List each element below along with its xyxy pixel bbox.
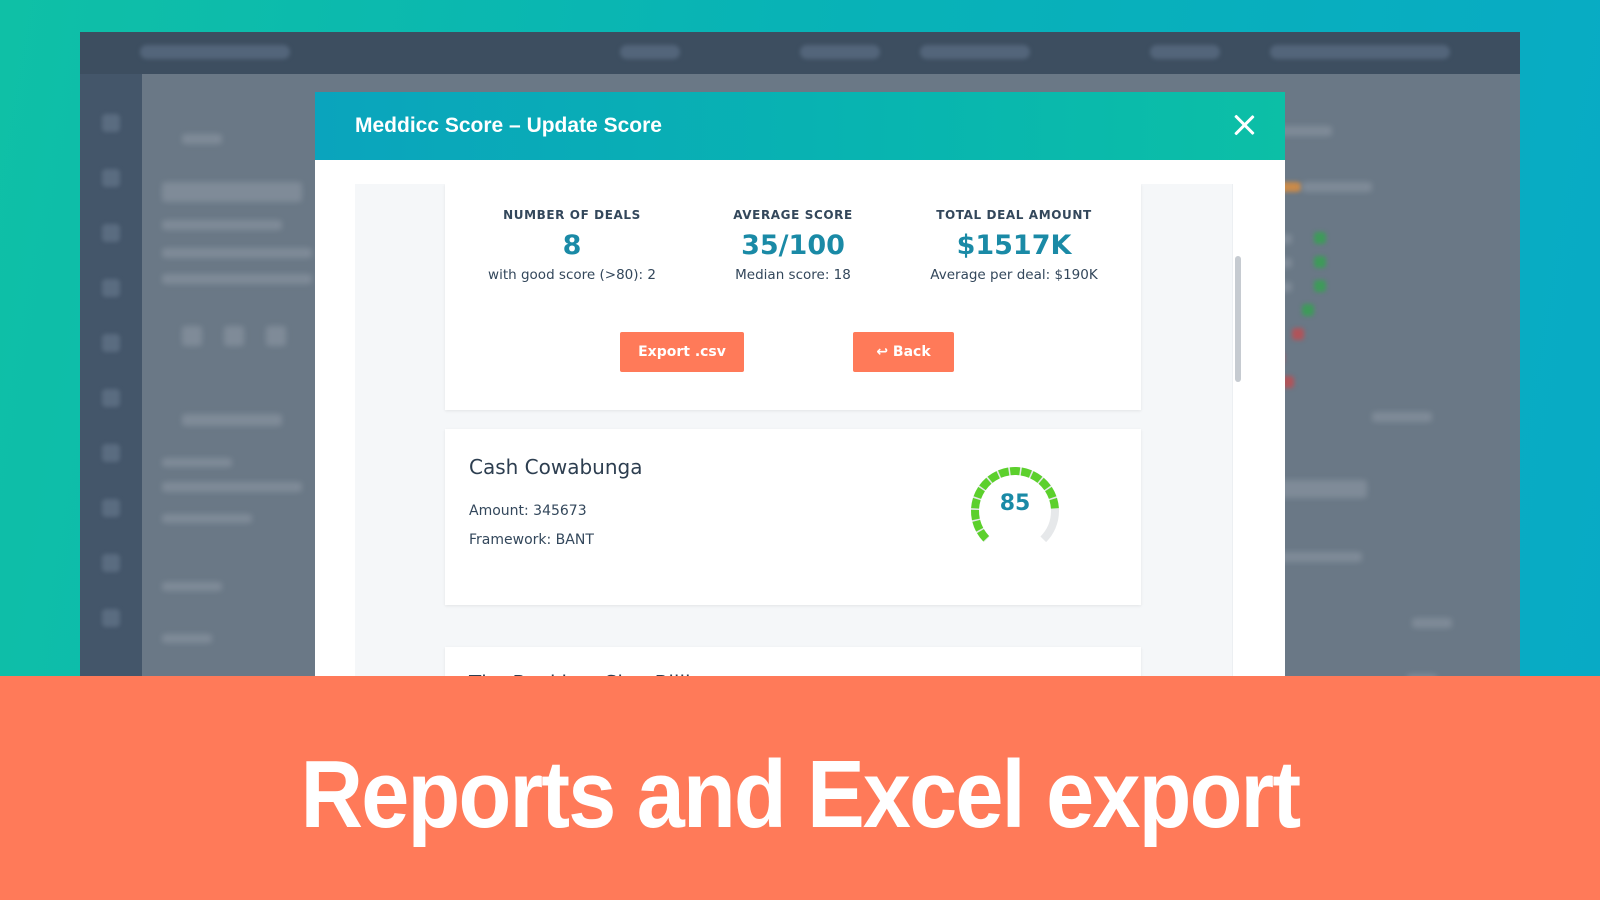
summary-card: NUMBER OF DEALS 8 with good score (>80):…: [445, 184, 1141, 410]
modal-scrollbar[interactable]: [1232, 184, 1242, 692]
export-csv-button[interactable]: Export .csv: [620, 332, 744, 372]
deal-card[interactable]: Cash Cowabunga Amount: 345673 Framework:…: [445, 429, 1141, 605]
promo-banner: Reports and Excel export: [0, 676, 1600, 900]
gauge-segment: [1030, 471, 1043, 483]
score-value: 85: [999, 491, 1031, 516]
gauge-segment: [998, 467, 1010, 478]
stat-value: 35/100: [741, 230, 845, 261]
stat-subtext: Average per deal: $190K: [930, 267, 1098, 283]
stat-value: $1517K: [956, 230, 1072, 261]
gauge-segment: [1020, 467, 1032, 478]
gauge-segment: [976, 529, 990, 542]
deal-amount: Amount: 345673: [469, 503, 587, 519]
stat-label: AVERAGE SCORE: [733, 208, 853, 222]
deal-name: Cash Cowabunga: [469, 455, 643, 479]
gauge-segment: [1038, 477, 1051, 491]
stat-subtext: Median score: 18: [735, 267, 851, 283]
stat-total-deal-amount: TOTAL DEAL AMOUNT $1517K Average per dea…: [904, 208, 1124, 283]
banner-title: Reports and Excel export: [300, 741, 1302, 848]
stat-value: 8: [562, 230, 582, 261]
gauge-segment: [972, 519, 984, 532]
stat-average-score: AVERAGE SCORE 35/100 Median score: 18: [683, 208, 903, 283]
gauge-segment: [979, 477, 992, 491]
modal-title: Meddicc Score – Update Score: [355, 114, 662, 137]
stat-subtext: with good score (>80): 2: [488, 267, 656, 283]
background-sidebar: [80, 74, 142, 692]
stat-label: TOTAL DEAL AMOUNT: [936, 208, 1092, 222]
stat-label: NUMBER OF DEALS: [503, 208, 641, 222]
deal-framework: Framework: BANT: [469, 532, 594, 548]
stat-number-of-deals: NUMBER OF DEALS 8 with good score (>80):…: [462, 208, 682, 283]
gauge-segment: [987, 471, 1000, 483]
modal-header: Meddicc Score – Update Score: [315, 92, 1285, 160]
back-button[interactable]: ↩ Back: [853, 332, 954, 372]
close-icon[interactable]: [1231, 112, 1257, 138]
modal-body: NUMBER OF DEALS 8 with good score (>80):…: [355, 184, 1232, 692]
update-score-modal: Meddicc Score – Update Score NUMBER OF D…: [315, 92, 1285, 692]
scrollbar-thumb[interactable]: [1235, 256, 1241, 382]
background-topbar: [80, 32, 1520, 74]
score-gauge: 85: [965, 465, 1065, 555]
